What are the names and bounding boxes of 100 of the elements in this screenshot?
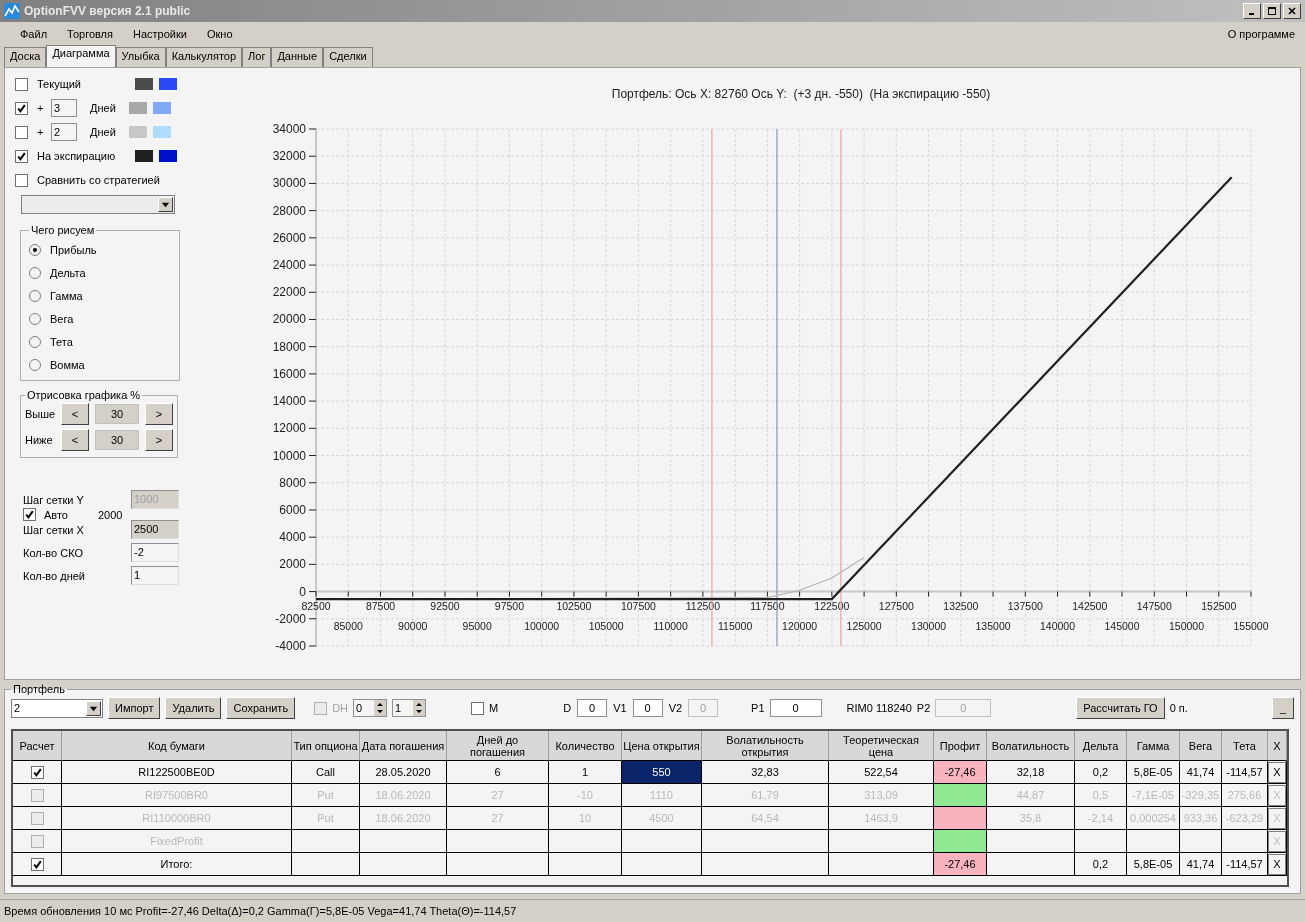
- increase-button[interactable]: >: [145, 403, 173, 425]
- axis-label: 85000: [333, 619, 363, 632]
- table-cell: -329,35: [1180, 784, 1222, 807]
- param-field[interactable]: 0: [577, 699, 608, 717]
- radio-button[interactable]: [29, 335, 41, 348]
- maximize-button[interactable]: [1263, 3, 1281, 19]
- toolbar-button[interactable]: Удалить: [165, 697, 222, 719]
- color-swatch[interactable]: [159, 78, 177, 90]
- axis-label: 82500: [301, 599, 331, 612]
- tab[interactable]: Доска: [4, 47, 47, 67]
- tab[interactable]: Улыбка: [115, 47, 166, 67]
- radio-button[interactable]: [29, 289, 41, 302]
- color-swatch[interactable]: [135, 78, 153, 90]
- chart-icon: [4, 3, 20, 19]
- table-cell: 41,74: [1180, 853, 1222, 876]
- color-swatch[interactable]: [153, 126, 171, 138]
- group-title: Отрисовка графика %: [26, 389, 142, 401]
- remove-button[interactable]: X: [1268, 761, 1286, 783]
- color-swatch[interactable]: [159, 150, 177, 162]
- checkbox[interactable]: [30, 811, 44, 825]
- param-field[interactable]: 0: [632, 699, 663, 717]
- axis-label: 24000: [272, 258, 306, 273]
- spin-arrows-icon[interactable]: [413, 700, 426, 716]
- table-cell: [1180, 830, 1222, 853]
- table-cell: 5,8E-05: [1127, 761, 1180, 784]
- days-field[interactable]: 2: [51, 123, 77, 141]
- table-cell[interactable]: 550: [622, 761, 702, 784]
- minimize-button[interactable]: [1243, 3, 1261, 19]
- color-swatch[interactable]: [129, 102, 147, 114]
- minimize-panel-button[interactable]: _: [1272, 697, 1294, 719]
- tab[interactable]: Лог: [242, 47, 272, 67]
- checkbox[interactable]: [30, 765, 44, 779]
- tab[interactable]: Данные: [271, 47, 324, 67]
- toolbar-button[interactable]: Импорт: [108, 697, 161, 719]
- radio-button[interactable]: [29, 266, 41, 279]
- tab[interactable]: Сделки: [323, 47, 373, 67]
- table-cell[interactable]: [622, 853, 702, 876]
- toolbar-button[interactable]: Сохранить: [226, 697, 296, 719]
- decrease-button[interactable]: <: [61, 429, 89, 451]
- axis-label: 30000: [272, 176, 306, 191]
- column-header: Вега: [1180, 731, 1222, 761]
- checkbox[interactable]: [30, 834, 44, 848]
- portfolio-dropdown[interactable]: 2: [11, 698, 103, 718]
- maximize-icon[interactable]: [1267, 6, 1277, 16]
- days-field[interactable]: 3: [51, 99, 77, 117]
- menu-item[interactable]: Торговля: [57, 26, 123, 42]
- spin-arrows-icon[interactable]: [374, 700, 387, 716]
- radio-button[interactable]: [29, 312, 41, 325]
- input-field[interactable]: -2: [131, 543, 179, 562]
- table-cell[interactable]: [622, 830, 702, 853]
- calculate-button[interactable]: Рассчитать ГО: [1076, 697, 1165, 719]
- checkbox[interactable]: [15, 173, 28, 187]
- param-field[interactable]: 0: [769, 699, 822, 717]
- checkbox[interactable]: [15, 101, 28, 115]
- tab[interactable]: Диаграмма: [46, 45, 116, 67]
- setting-label: Кол-во дней: [23, 569, 86, 582]
- color-swatch[interactable]: [135, 150, 153, 162]
- axis-label: 135000: [975, 619, 1011, 632]
- axis-label: 32000: [272, 149, 306, 164]
- increase-button[interactable]: >: [145, 429, 173, 451]
- dropdown-arrow-icon[interactable]: [161, 200, 170, 209]
- color-swatch[interactable]: [129, 126, 147, 138]
- color-swatch[interactable]: [153, 102, 171, 114]
- checkbox[interactable]: [23, 508, 36, 521]
- table-cell: 0,2: [1075, 761, 1127, 784]
- axis-label: 95000: [462, 619, 492, 632]
- tab[interactable]: Калькулятор: [165, 47, 243, 67]
- setting-label: Кол-во СКО: [23, 546, 85, 559]
- table-cell: 61,79: [702, 784, 829, 807]
- checkbox[interactable]: [30, 857, 44, 871]
- radio-button[interactable]: [29, 243, 41, 256]
- decrease-button[interactable]: <: [61, 403, 89, 425]
- axis-label: 122500: [814, 599, 850, 612]
- checkbox[interactable]: [30, 788, 44, 802]
- table-cell: FixedProfit: [62, 830, 292, 853]
- menu-item[interactable]: Файл: [10, 26, 58, 42]
- menu-item[interactable]: Настройки: [123, 26, 197, 42]
- menu-item[interactable]: О программе: [1217, 26, 1305, 42]
- axis-label: 110000: [653, 619, 688, 632]
- table-cell: -7,1E-05: [1127, 784, 1180, 807]
- axis-label: 90000: [398, 619, 428, 632]
- column-header: Гамма: [1127, 731, 1180, 761]
- checkbox[interactable]: [15, 125, 28, 139]
- checkbox[interactable]: [15, 77, 28, 91]
- remove-button[interactable]: X: [1268, 853, 1286, 875]
- table-cell: RI122500BE0D: [62, 761, 292, 784]
- input-field[interactable]: 1: [131, 566, 179, 585]
- column-header: Расчет: [13, 731, 62, 761]
- radio-button[interactable]: [29, 358, 41, 371]
- spin-field[interactable]: 0: [353, 699, 388, 717]
- axis-label: 142500: [1072, 599, 1108, 612]
- table-cell: [292, 830, 360, 853]
- input-field[interactable]: 2500: [131, 520, 179, 539]
- close-icon[interactable]: [1287, 6, 1297, 16]
- spin-field[interactable]: 1: [392, 699, 427, 717]
- checkbox[interactable]: [15, 149, 28, 163]
- close-button[interactable]: [1283, 3, 1301, 19]
- radio-label: Дельта: [50, 266, 86, 279]
- checkbox[interactable]: [471, 701, 485, 715]
- menu-item[interactable]: Окно: [196, 26, 243, 42]
